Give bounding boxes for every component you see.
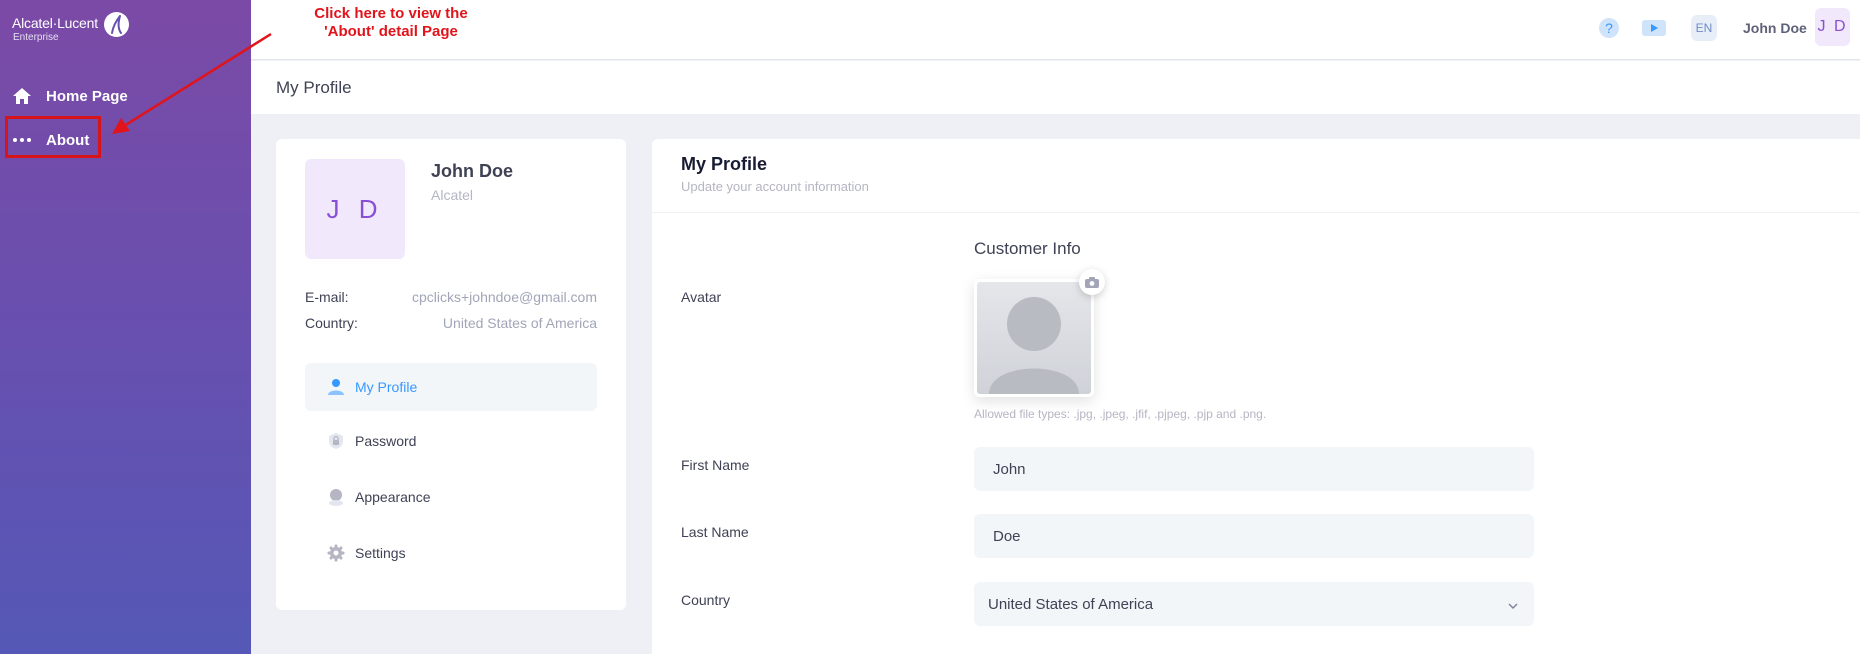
user-icon [325, 376, 347, 398]
about-highlight-box [5, 116, 101, 158]
profile-country-row: Country: United States of America [305, 315, 597, 331]
user-name[interactable]: John Doe [1743, 20, 1807, 36]
country-field-label: Country [681, 592, 731, 608]
first-name-input[interactable] [974, 447, 1534, 491]
help-button[interactable]: ? [1596, 15, 1622, 41]
profile-name: John Doe [431, 161, 514, 181]
avatar-label: Avatar [681, 289, 722, 305]
brand-mark-icon [104, 12, 129, 37]
help-icon: ? [1599, 18, 1619, 38]
svg-text:?: ? [1605, 20, 1613, 36]
camera-icon [1085, 276, 1099, 288]
email-value: cpclicks+johndoe@gmail.com [411, 289, 597, 305]
home-icon [12, 86, 32, 106]
video-icon [1642, 20, 1666, 36]
section-title: Customer Info [974, 239, 1081, 258]
change-avatar-button[interactable] [1079, 269, 1105, 295]
profile-email-row: E-mail: cpclicks+johndoe@gmail.com [305, 289, 597, 305]
gear-icon [325, 542, 347, 564]
sidebar-item-label: Home Page [46, 87, 128, 105]
form-header: My Profile Update your account informati… [652, 139, 1860, 213]
menu-item-settings[interactable]: Settings [305, 529, 597, 577]
video-button[interactable] [1641, 15, 1667, 41]
avatar-placeholder-icon [989, 297, 1079, 394]
allowed-file-types: Allowed file types: .jpg, .jpeg, .jfif, … [974, 407, 1267, 421]
profile-avatar: J D [305, 159, 405, 259]
email-label: E-mail: [305, 289, 349, 305]
avatar-image[interactable] [974, 279, 1094, 397]
language-button[interactable]: EN [1691, 15, 1717, 41]
avatar[interactable]: J D [1815, 8, 1850, 46]
profile-form-card: My Profile Update your account informati… [652, 139, 1860, 654]
form-subtitle: Update your account information [681, 179, 869, 194]
annotation-line-2: 'About' detail Page [324, 23, 458, 40]
first-name-label: First Name [681, 457, 750, 473]
menu-item-label: Appearance [355, 489, 431, 505]
last-name-input[interactable] [974, 514, 1534, 558]
brand-name: Alcatel·Lucent [12, 15, 98, 31]
brand-sub: Enterprise [13, 32, 59, 43]
annotation-callout: Click here to view the 'About' detail Pa… [276, 5, 506, 41]
page-title: My Profile [276, 78, 352, 97]
menu-item-label: Settings [355, 545, 406, 561]
subheader: My Profile [251, 61, 1860, 114]
annotation-line-1: Click here to view the [314, 5, 468, 22]
last-name-label: Last Name [681, 524, 749, 540]
lock-icon [325, 430, 347, 452]
profile-company: Alcatel [431, 187, 474, 203]
country-value: United States of America [442, 315, 597, 331]
menu-item-label: Password [355, 433, 417, 449]
sidebar: Alcatel·Lucent Enterprise Home Page Abou… [0, 0, 251, 654]
form-title: My Profile [681, 154, 768, 174]
profile-card: J D John Doe Alcatel E-mail: cpclicks+jo… [276, 139, 626, 610]
menu-item-appearance[interactable]: Appearance [305, 473, 597, 521]
country-label: Country: [305, 315, 358, 331]
country-select-value: United States of America [988, 595, 1154, 613]
brand-logo[interactable]: Alcatel·Lucent Enterprise [12, 12, 129, 43]
menu-item-my-profile[interactable]: My Profile [305, 363, 597, 411]
country-select[interactable]: United States of America [974, 582, 1534, 626]
chevron-down-icon [1508, 596, 1518, 613]
sidebar-item-home[interactable]: Home Page [12, 82, 128, 110]
appearance-icon [325, 486, 347, 508]
menu-item-password[interactable]: Password [305, 417, 597, 465]
menu-item-label: My Profile [355, 379, 418, 395]
